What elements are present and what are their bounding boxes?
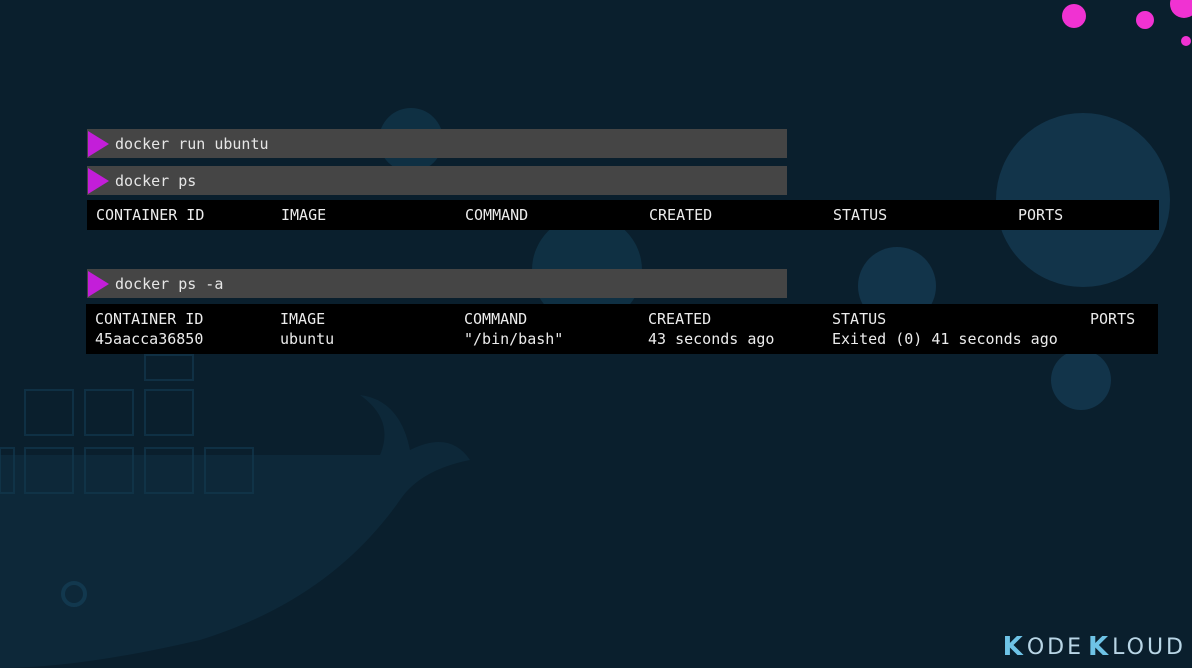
ps-a-output-table: CONTAINER ID IMAGE COMMAND CREATED STATU… bbox=[86, 304, 1158, 354]
decor-pink-dot bbox=[1062, 4, 1086, 28]
column-header: PORTS bbox=[1090, 310, 1136, 328]
ps-output-table: CONTAINER ID IMAGE COMMAND CREATED STATU… bbox=[87, 200, 1159, 230]
logo-k-mark: K bbox=[1088, 632, 1112, 662]
logo-k-mark: K bbox=[1002, 632, 1026, 662]
decor-pink-dot bbox=[1136, 11, 1154, 29]
image-cell: ubuntu bbox=[280, 330, 335, 348]
kodekloud-logo: K ODE K LOUD bbox=[1003, 632, 1186, 662]
column-header: IMAGE bbox=[280, 310, 326, 328]
column-header: CONTAINER ID bbox=[96, 206, 205, 224]
command-text: docker run ubuntu bbox=[115, 134, 269, 153]
column-header: COMMAND bbox=[464, 310, 528, 328]
column-header: CREATED bbox=[649, 206, 713, 224]
column-header: STATUS bbox=[833, 206, 888, 224]
column-header: PORTS bbox=[1018, 206, 1064, 224]
column-header: STATUS bbox=[832, 310, 887, 328]
decor-pink-dot bbox=[1181, 36, 1191, 46]
decor-pink-dot bbox=[1170, 0, 1192, 18]
command-text: docker ps bbox=[115, 171, 197, 190]
play-triangle-icon bbox=[88, 130, 109, 157]
container-id-cell: 45aacca36850 bbox=[95, 330, 204, 348]
logo-text-1: ODE bbox=[1026, 634, 1084, 660]
command-line-docker-run: docker run ubuntu bbox=[87, 129, 787, 158]
decor-circle bbox=[1051, 350, 1111, 410]
column-header: IMAGE bbox=[281, 206, 327, 224]
column-header: COMMAND bbox=[465, 206, 529, 224]
created-cell: 43 seconds ago bbox=[648, 330, 775, 348]
command-line-docker-ps: docker ps bbox=[87, 166, 787, 195]
command-cell: "/bin/bash" bbox=[464, 330, 564, 348]
command-line-docker-ps-a: docker ps -a bbox=[87, 269, 787, 298]
play-triangle-icon bbox=[88, 270, 109, 297]
logo-text-2: LOUD bbox=[1112, 634, 1186, 660]
status-cell: Exited (0) 41 seconds ago bbox=[832, 330, 1058, 348]
column-header: CONTAINER ID bbox=[95, 310, 204, 328]
play-triangle-icon bbox=[88, 167, 109, 194]
column-header: CREATED bbox=[648, 310, 712, 328]
command-text: docker ps -a bbox=[115, 274, 224, 293]
